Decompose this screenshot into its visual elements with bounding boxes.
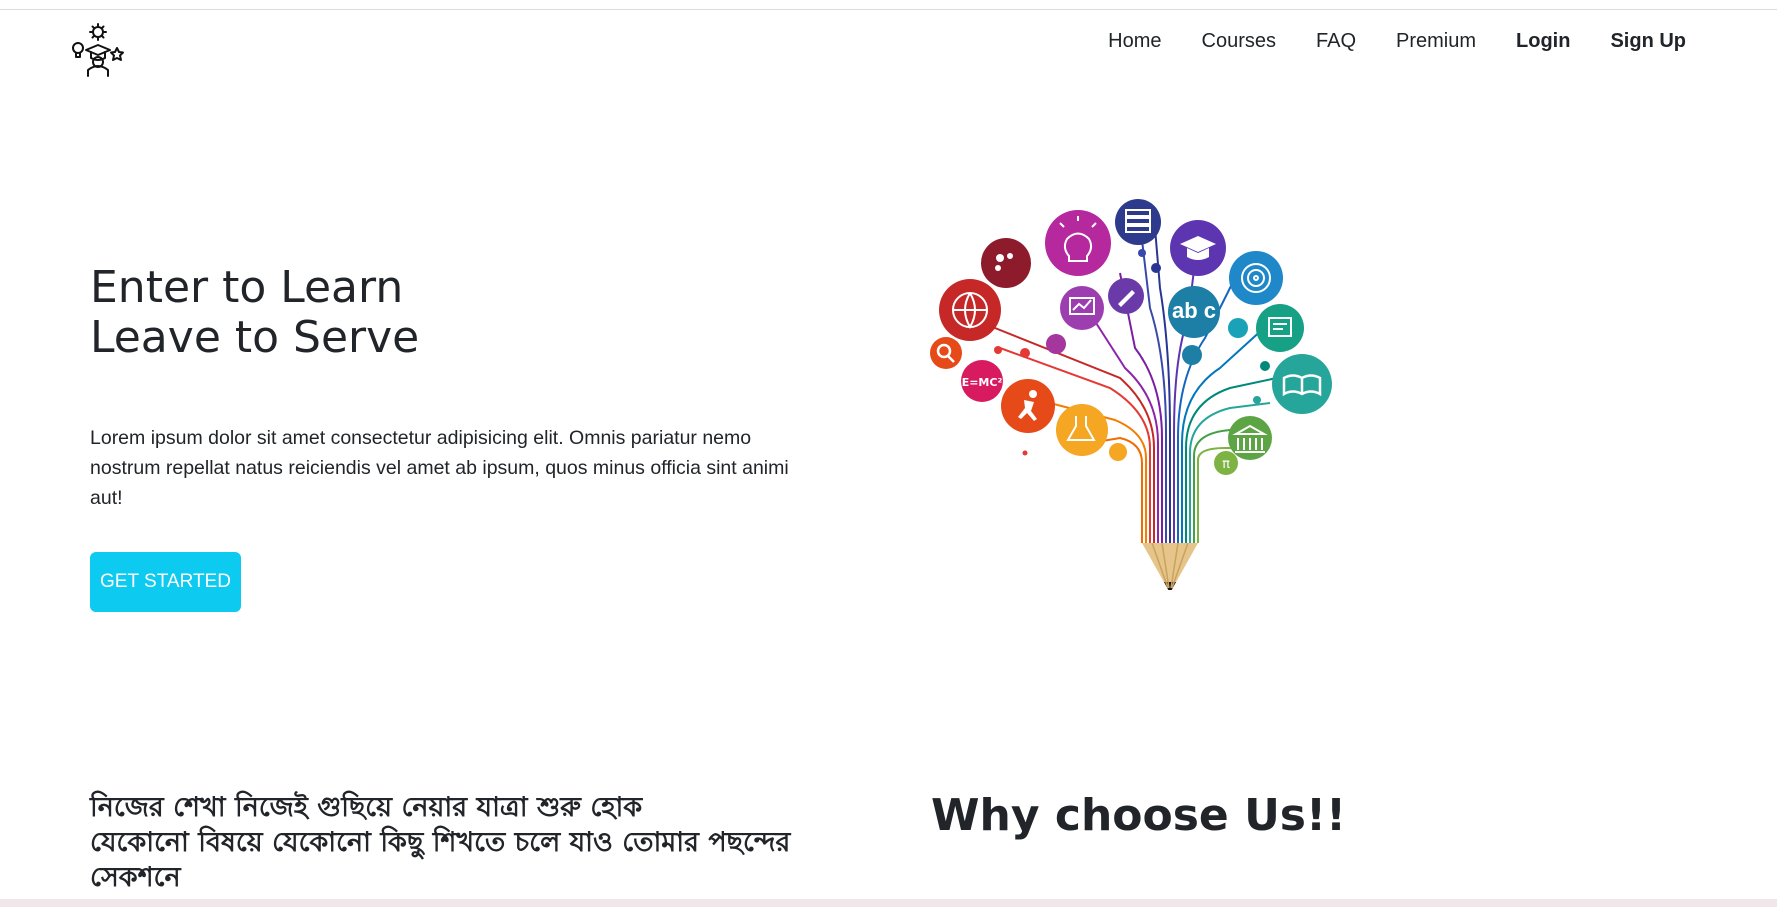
nav-link-faq[interactable]: FAQ — [1316, 30, 1356, 53]
hero-title: Enter to Learn Leave to Serve — [90, 263, 419, 363]
illustration-letters-label: ab c — [1172, 298, 1216, 323]
illustration-pi-label: π — [1222, 457, 1230, 472]
nav-link-signup[interactable]: Sign Up — [1610, 30, 1686, 53]
page: Home Courses FAQ Premium Login Sign Up E… — [0, 0, 1777, 907]
get-started-button[interactable]: GET STARTED — [90, 552, 241, 612]
bangla-tagline-line-2: যেকোনো বিষয়ে যেকোনো কিছু শিখতে চলে যাও … — [90, 827, 791, 893]
nav-links: Home Courses FAQ Premium Login Sign Up — [1068, 30, 1686, 53]
nav-link-premium[interactable]: Premium — [1396, 30, 1476, 53]
nav-link-login[interactable]: Login — [1516, 30, 1570, 53]
why-choose-us-heading: Why choose Us!! — [931, 790, 1347, 841]
pencil-knowledge-tree-icon: ab c π E=MC² — [930, 199, 1332, 590]
navbar: Home Courses FAQ Premium Login Sign Up — [0, 10, 1777, 77]
bottom-strip — [0, 899, 1777, 907]
nav-link-home[interactable]: Home — [1108, 30, 1161, 53]
hero-title-line-2: Leave to Serve — [90, 312, 420, 363]
bangla-tagline-line-1: নিজের শেখা নিজেই গুছিয়ে নেয়ার যাত্রা শ… — [90, 792, 643, 823]
illustration-formula-label: E=MC² — [962, 376, 1003, 389]
hero-title-line-1: Enter to Learn — [90, 262, 404, 313]
hero-description: Lorem ipsum dolor sit amet consectetur a… — [90, 427, 789, 509]
nav-link-courses[interactable]: Courses — [1202, 30, 1276, 53]
bangla-tagline: নিজের শেখা নিজেই গুছিয়ে নেয়ার যাত্রা শ… — [90, 790, 810, 895]
education-logo-icon[interactable] — [70, 20, 126, 80]
